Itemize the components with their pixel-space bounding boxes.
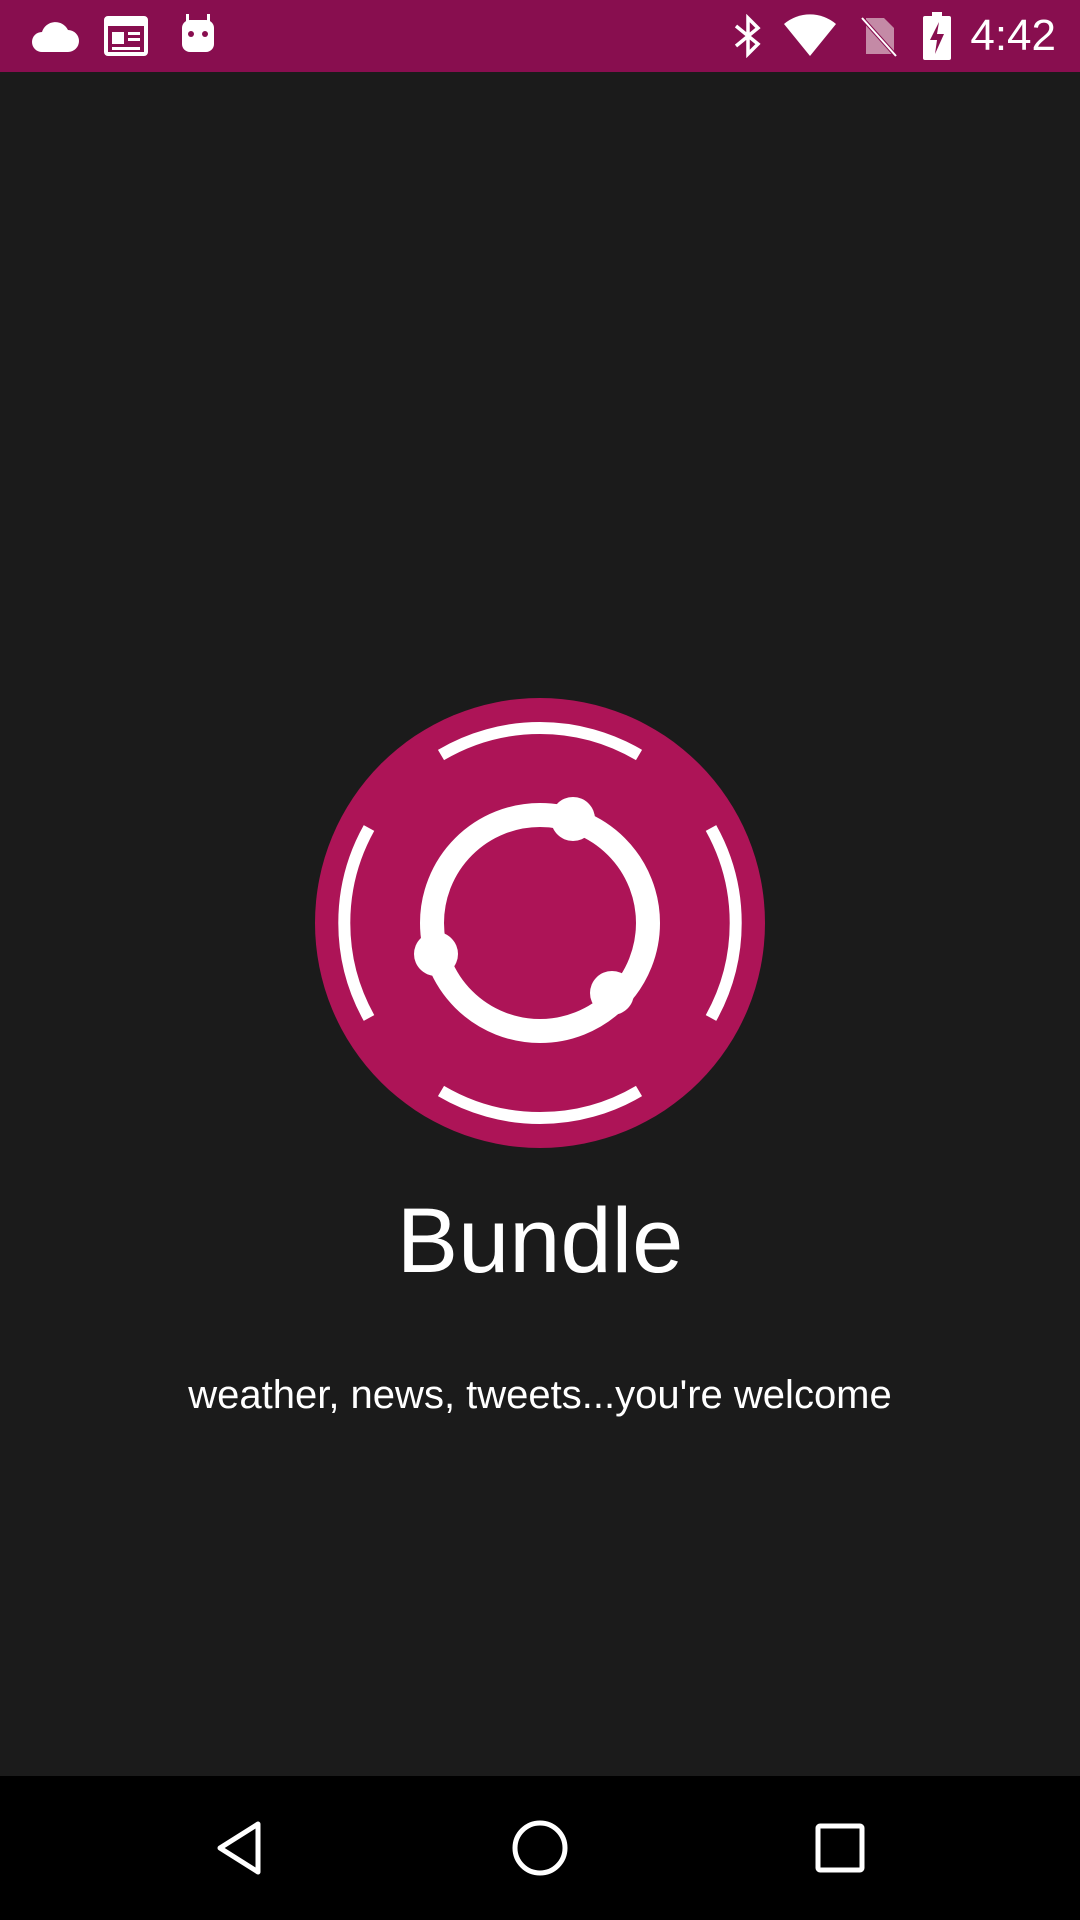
splash-screen: Bundle weather, news, tweets...you're we… — [0, 72, 1080, 1776]
battery-charging-icon — [923, 12, 951, 60]
home-button[interactable] — [490, 1798, 590, 1898]
back-button[interactable] — [190, 1798, 290, 1898]
no-sim-icon — [860, 16, 898, 58]
recents-icon — [815, 1823, 865, 1873]
home-icon — [512, 1820, 568, 1876]
cloud-icon — [32, 22, 79, 52]
back-icon — [217, 1821, 261, 1875]
navigation-bar — [0, 1776, 1080, 1920]
status-bar: 4:42 — [0, 0, 1080, 72]
status-time: 4:42 — [970, 11, 1056, 60]
recents-button[interactable] — [790, 1798, 890, 1898]
app-tagline: weather, news, tweets...you're welcome — [188, 1373, 892, 1417]
bluetooth-icon — [734, 14, 761, 58]
app-title: Bundle — [396, 1190, 684, 1292]
news-calendar-icon — [104, 16, 148, 56]
android-icon — [182, 14, 214, 52]
wifi-icon — [784, 14, 836, 57]
bundle-logo-icon — [315, 698, 765, 1148]
